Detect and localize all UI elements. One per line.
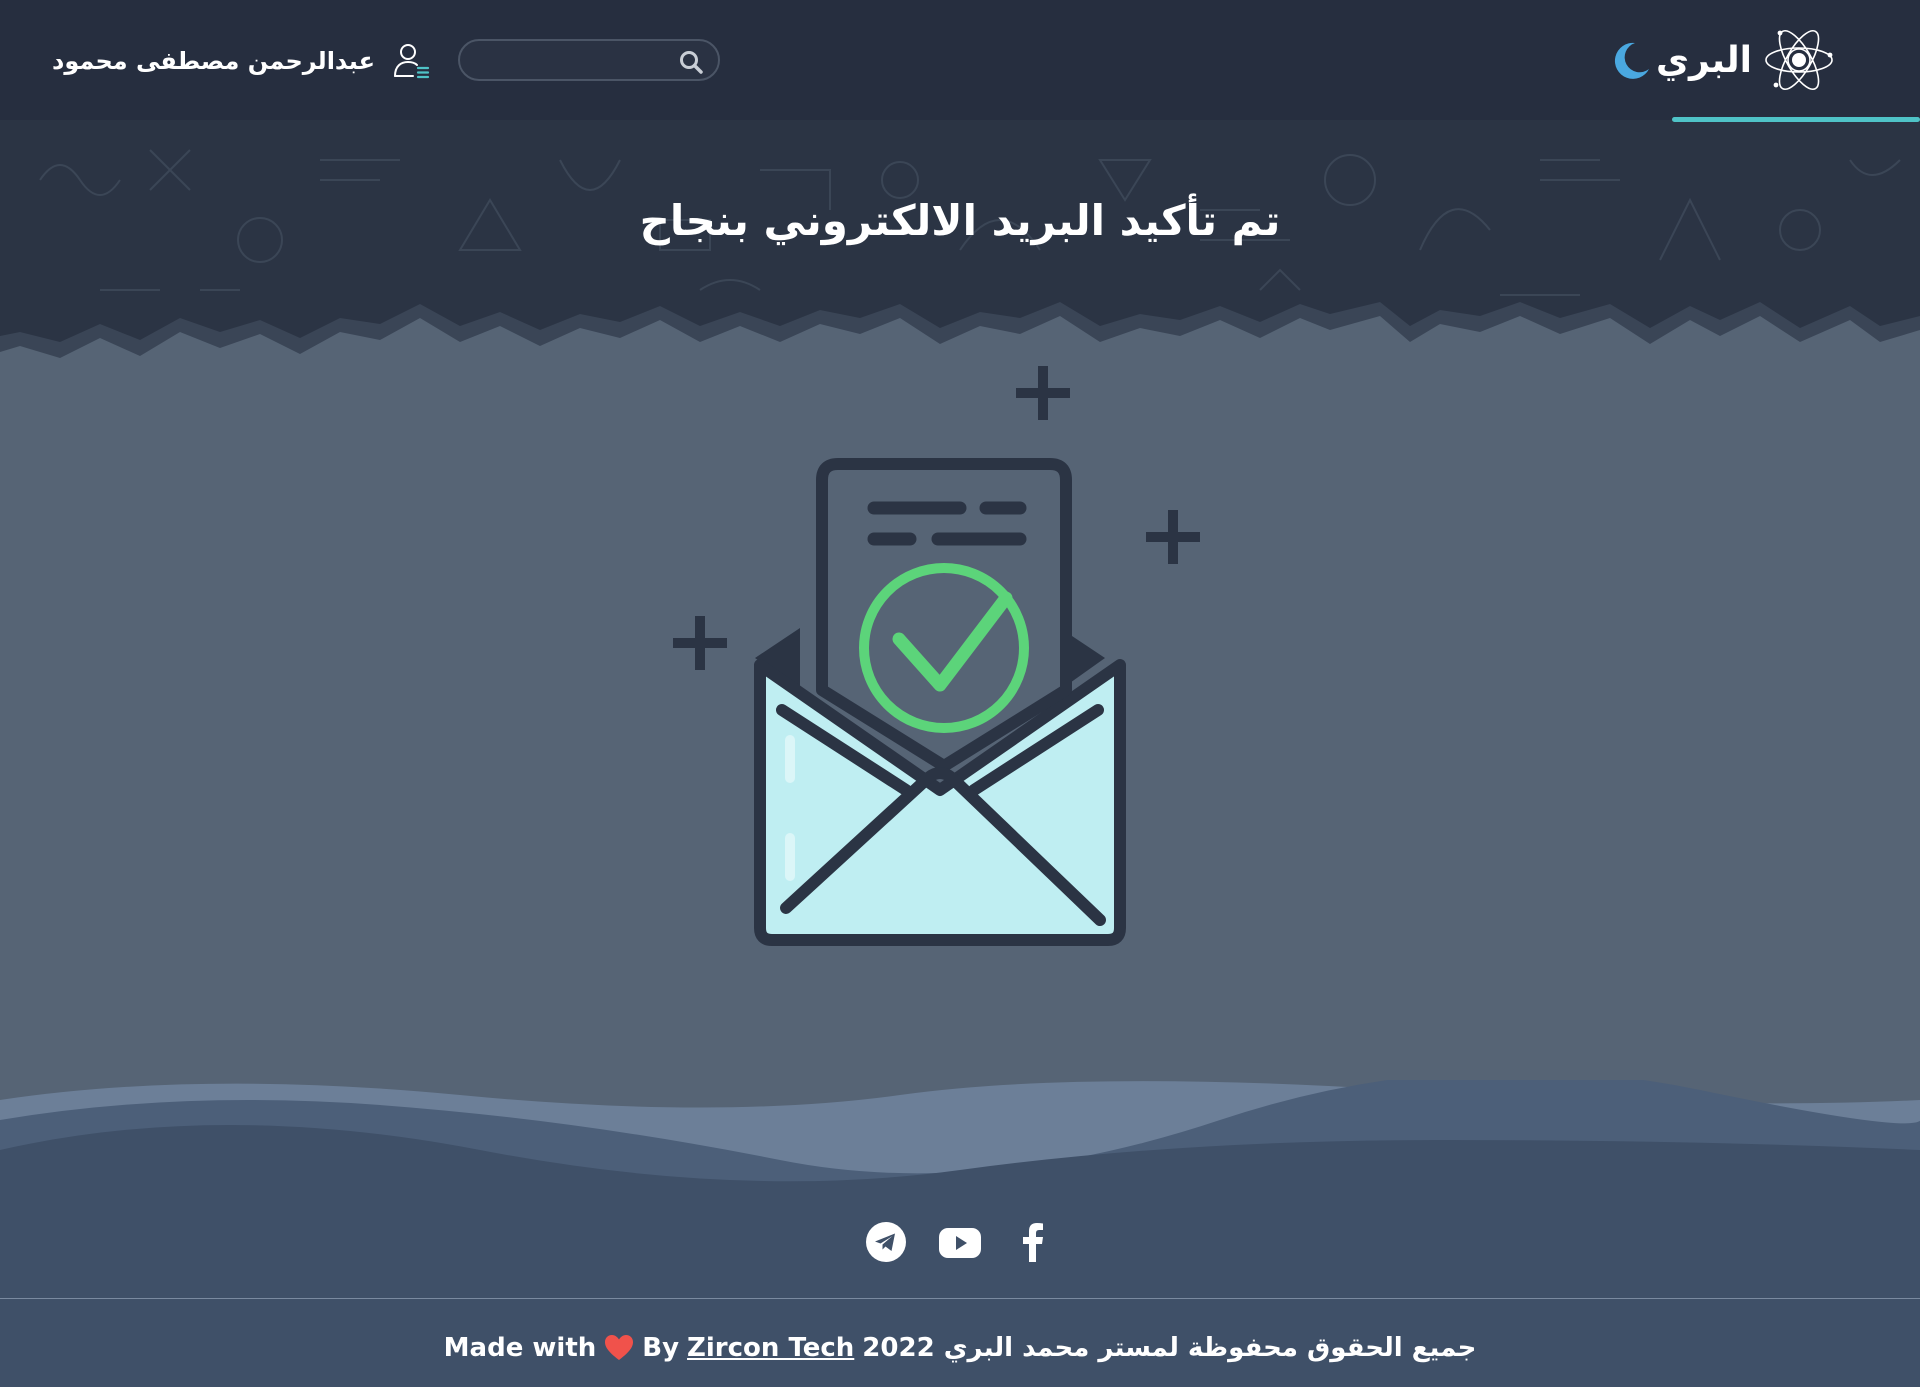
facebook-icon xyxy=(1023,1223,1043,1262)
heart-icon xyxy=(605,1335,634,1360)
moon-icon xyxy=(1614,42,1649,79)
email-verified-icon xyxy=(673,366,1200,946)
youtube-link[interactable] xyxy=(938,1220,982,1264)
brand-name: البري xyxy=(1656,39,1752,81)
theme-toggle-button[interactable] xyxy=(1606,36,1656,86)
top-navbar: البري عبدالرحمن مصطفى محمود xyxy=(0,0,1920,120)
user-menu-icon xyxy=(393,44,430,79)
made-with-text: Made with xyxy=(443,1333,597,1363)
page-title: تم تأكيد البريد الالكتروني بنجاح xyxy=(639,196,1281,245)
search-input[interactable] xyxy=(474,47,664,75)
footer-waves xyxy=(0,1080,1920,1220)
search-icon[interactable] xyxy=(678,49,704,75)
footer-divider xyxy=(0,1298,1920,1299)
youtube-icon xyxy=(939,1228,981,1258)
facebook-link[interactable] xyxy=(1012,1220,1056,1264)
user-menu[interactable]: عبدالرحمن مصطفى محمود xyxy=(52,38,431,84)
atom-logo-icon xyxy=(1765,29,1833,91)
brand-home-link[interactable]: البري xyxy=(1656,20,1836,100)
by-text: By xyxy=(642,1333,680,1363)
zircon-tech-link[interactable]: Zircon Tech xyxy=(687,1333,854,1363)
telegram-link[interactable] xyxy=(864,1220,908,1264)
active-nav-indicator xyxy=(1672,117,1920,122)
user-name: عبدالرحمن مصطفى محمود xyxy=(52,47,375,75)
rights-text: جميع الحقوق محفوظة لمستر محمد البري 2022 xyxy=(862,1333,1477,1363)
telegram-icon xyxy=(866,1222,906,1262)
social-links xyxy=(0,1214,1920,1270)
copyright-bar: Made with By Zircon Tech جميع الحقوق محف… xyxy=(0,1328,1920,1368)
search-box xyxy=(458,39,720,81)
